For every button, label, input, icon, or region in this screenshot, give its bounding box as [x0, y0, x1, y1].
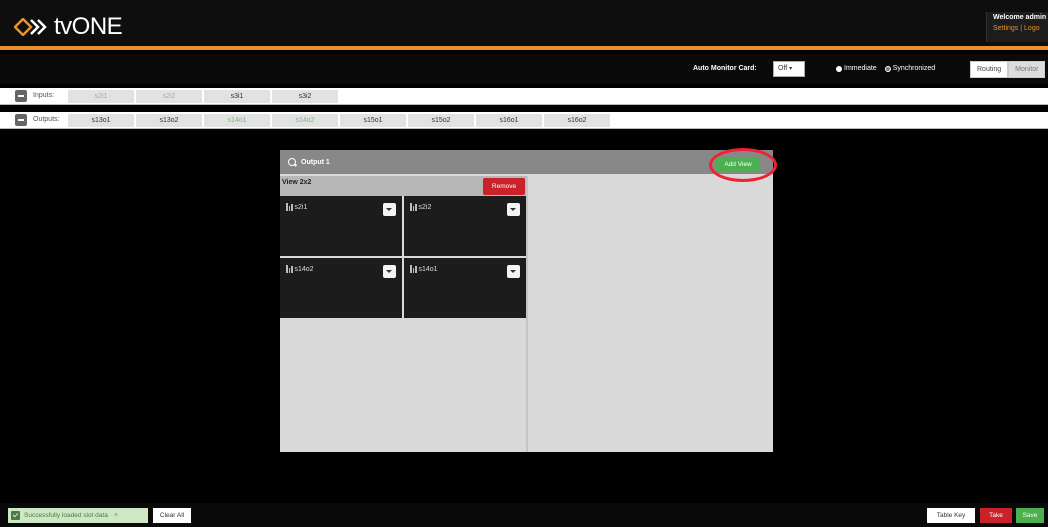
output-title: Output 1: [288, 158, 330, 167]
radio-immediate-label: Immediate: [844, 65, 877, 72]
cell-dropdown-icon[interactable]: [507, 265, 520, 278]
output-chip[interactable]: s16o2: [544, 114, 610, 127]
logout-link[interactable]: Logo: [1024, 25, 1040, 32]
radio-synchronized[interactable]: Synchronized: [884, 65, 936, 72]
input-chip[interactable]: s3i1: [204, 90, 270, 103]
settings-link[interactable]: Settings: [993, 25, 1018, 32]
welcome-text: Welcome admin: [993, 14, 1047, 21]
take-button[interactable]: Take: [980, 508, 1012, 523]
chevron-down-icon: ▾: [789, 66, 793, 72]
radio-dot-icon: [836, 65, 842, 72]
status-message: Successfully loaded slot data ×: [8, 508, 148, 523]
table-key-button[interactable]: Table Key: [927, 508, 975, 523]
tvone-logo-icon: [14, 18, 48, 36]
brand-logo[interactable]: tvONE: [14, 13, 123, 41]
outputs-label: Outputs:: [33, 116, 60, 123]
cell-source: s14o2: [294, 266, 314, 273]
status-text: Successfully loaded slot data: [24, 512, 108, 519]
user-links: Settings | Logo: [993, 25, 1048, 32]
save-button[interactable]: Save: [1016, 508, 1044, 523]
cell-dropdown-icon[interactable]: [383, 203, 396, 216]
auto-monitor-select[interactable]: Off ▾: [773, 61, 805, 77]
cell-source: s14o1: [418, 266, 438, 273]
output-panel: Output 1 Add View View 2x2 Remove s2i1 s…: [280, 148, 777, 452]
signal-bars-icon: [410, 265, 417, 273]
view-cell[interactable]: s14o2: [280, 258, 402, 318]
collapse-inputs-icon[interactable]: [15, 90, 27, 102]
clear-all-button[interactable]: Clear All: [153, 508, 191, 523]
cell-label: s2i1: [286, 203, 307, 211]
view-header: View 2x2 Remove: [280, 176, 526, 196]
cell-label: s2i2: [410, 203, 431, 211]
cell-dropdown-icon[interactable]: [507, 203, 520, 216]
view-grid: s2i1 s2i2 s14o2 s14o1: [280, 196, 526, 318]
output-chip[interactable]: s13o1: [68, 114, 134, 127]
cell-source: s2i1: [294, 204, 308, 211]
output-chip[interactable]: s15o2: [408, 114, 474, 127]
auto-monitor-value: Off: [778, 65, 788, 72]
mode-toggle: Routing Monitor: [970, 61, 1046, 78]
input-chip[interactable]: s2i2: [136, 90, 202, 103]
inputs-label: Inputs:: [33, 92, 55, 99]
radio-dot-icon: [884, 65, 891, 72]
view-label: View 2x2: [282, 179, 312, 186]
user-box: Welcome admin Settings | Logo: [986, 12, 1048, 42]
output-chip[interactable]: s14o1: [204, 114, 270, 127]
close-icon[interactable]: ×: [114, 512, 118, 519]
panel-divider: [526, 176, 528, 452]
output-panel-header: Output 1 Add View: [280, 148, 777, 182]
cell-label: s14o1: [410, 265, 438, 273]
signal-bars-icon: [286, 265, 293, 273]
view-cell[interactable]: s14o1: [404, 258, 526, 318]
inputs-row: Inputs: s2i1 s2i2 s3i1 s3i2: [0, 88, 1048, 105]
input-chip[interactable]: s3i2: [272, 90, 338, 103]
radio-immediate[interactable]: Immediate: [836, 65, 877, 72]
auto-monitor-label: Auto Monitor Card:: [693, 65, 757, 72]
cell-dropdown-icon[interactable]: [383, 265, 396, 278]
collapse-outputs-icon[interactable]: [15, 114, 27, 126]
routing-mode-button[interactable]: Routing: [970, 61, 1009, 78]
view-cell[interactable]: s2i2: [404, 196, 526, 256]
output-chip[interactable]: s14o2: [272, 114, 338, 127]
footer-bar: Successfully loaded slot data × Clear Al…: [0, 503, 1048, 527]
signal-bars-icon: [410, 203, 417, 211]
app-root: tvONE Welcome admin Settings | Logo Auto…: [0, 0, 1048, 527]
output-title-text: Output 1: [301, 159, 330, 166]
radio-synchronized-label: Synchronized: [892, 65, 936, 72]
signal-bars-icon: [286, 203, 293, 211]
highlight-circle: [709, 148, 777, 182]
remove-view-button[interactable]: Remove: [483, 178, 525, 195]
cell-source: s2i2: [418, 204, 432, 211]
output-chip[interactable]: s15o1: [340, 114, 406, 127]
output-chip[interactable]: s13o2: [136, 114, 202, 127]
input-chip[interactable]: s2i1: [68, 90, 134, 103]
sync-radio-group: Immediate Synchronized: [836, 65, 935, 72]
monitor-mode-button[interactable]: Monitor: [1008, 61, 1046, 78]
link-separator: |: [1020, 25, 1023, 32]
brand-name: tvONE: [54, 13, 123, 40]
toolbar: Auto Monitor Card: Off ▾ Immediate Synch…: [0, 54, 1048, 84]
view-cell[interactable]: s2i1: [280, 196, 402, 256]
zoom-icon[interactable]: [288, 158, 297, 167]
output-chip[interactable]: s16o1: [476, 114, 542, 127]
cell-label: s14o2: [286, 265, 314, 273]
app-header: tvONE Welcome admin Settings | Logo: [0, 0, 1048, 50]
success-icon: [11, 511, 20, 520]
outputs-row: Outputs: s13o1 s13o2 s14o1 s14o2 s15o1 s…: [0, 112, 1048, 129]
